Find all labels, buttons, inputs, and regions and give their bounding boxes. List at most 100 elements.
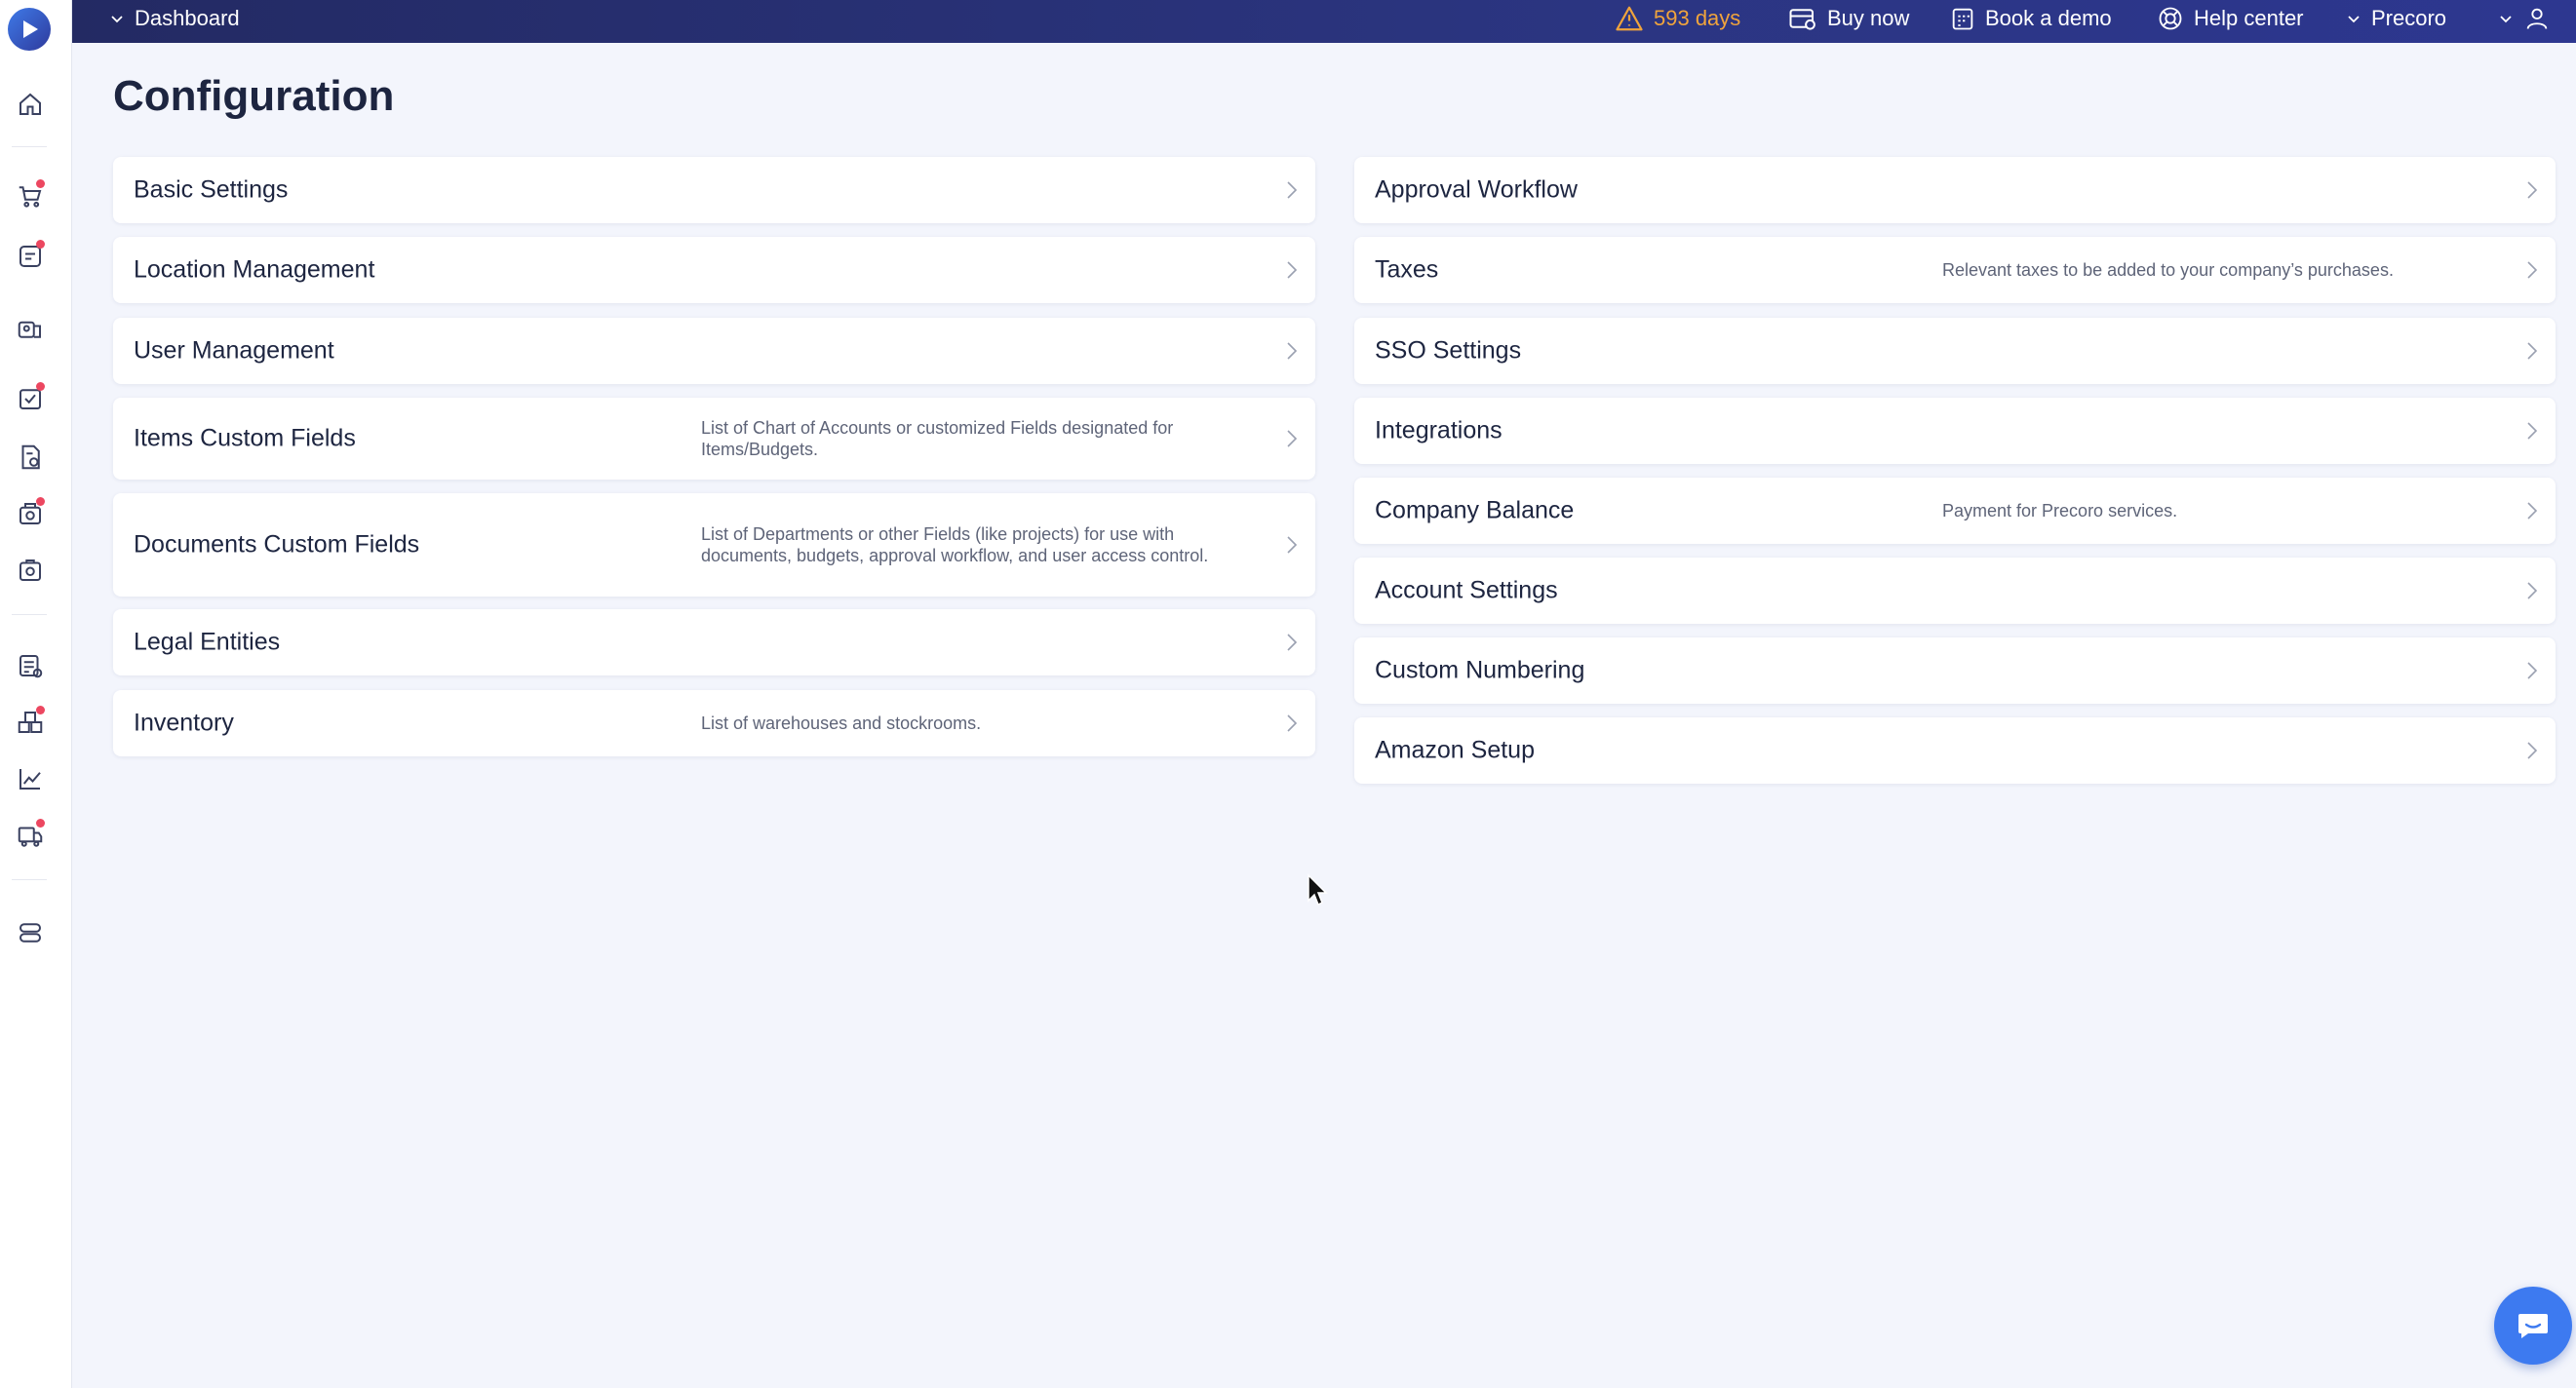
company-switcher[interactable]: Precoro (2346, 0, 2446, 37)
warning-icon (1616, 6, 1643, 31)
dashboard-label: Dashboard (135, 6, 240, 30)
catalog-icon[interactable] (14, 706, 47, 739)
help-center-label: Help center (2194, 6, 2304, 30)
card-description: Payment for Precoro services. (1942, 501, 2178, 520)
config-card-basic-settings[interactable]: Basic Settings (113, 157, 1315, 223)
card-description: Relevant taxes to be added to your compa… (1942, 260, 2394, 280)
delivery-icon[interactable] (14, 819, 47, 852)
chat-icon (2518, 1314, 2548, 1338)
sidebar-divider (12, 146, 47, 147)
chevron-right-icon (2527, 742, 2538, 759)
chevron-down-icon (2500, 16, 2512, 23)
card-title: User Management (134, 336, 334, 365)
card-title: Custom Numbering (1375, 656, 1585, 684)
card-icon (1789, 9, 1815, 30)
payments-icon[interactable] (14, 497, 47, 530)
config-card-custom-numbering[interactable]: Custom Numbering (1354, 637, 2556, 704)
chevron-right-icon (2527, 181, 2538, 199)
card-title: Inventory (134, 709, 234, 737)
chevron-right-icon (1287, 536, 1298, 554)
chevron-right-icon (1287, 430, 1298, 447)
receipts-icon[interactable] (14, 554, 47, 587)
chevron-right-icon (2527, 502, 2538, 520)
approvals-icon[interactable] (14, 382, 47, 415)
chevron-right-icon (2527, 261, 2538, 279)
chevron-right-icon (2527, 662, 2538, 679)
home-icon[interactable] (14, 88, 47, 121)
config-card-location-management[interactable]: Location Management (113, 237, 1315, 303)
buy-now-button[interactable]: Buy now (1788, 0, 1909, 37)
company-label: Precoro (2371, 6, 2447, 30)
user-menu[interactable] (2498, 0, 2560, 37)
chevron-right-icon (2527, 342, 2538, 360)
chevron-right-icon (1287, 714, 1298, 732)
budgets-icon[interactable] (14, 649, 47, 682)
precoro-logo-icon[interactable] (8, 8, 51, 51)
chevron-right-icon (1287, 181, 1298, 199)
card-title: Legal Entities (134, 628, 281, 656)
card-title: SSO Settings (1375, 336, 1522, 365)
card-title: Integrations (1375, 416, 1503, 444)
left-sidebar (0, 0, 72, 1388)
chat-widget-button[interactable] (2494, 1287, 2572, 1365)
buy-now-label: Buy now (1827, 6, 1910, 30)
chevron-right-icon (2527, 582, 2538, 599)
config-card-integrations[interactable]: Integrations (1354, 398, 2556, 464)
notification-dot (36, 819, 45, 828)
card-title: Items Custom Fields (134, 424, 356, 452)
card-description: List of Chart of Accounts or customized … (701, 418, 1174, 459)
notification-dot (36, 497, 45, 506)
config-card-user-management[interactable]: User Management (113, 318, 1315, 384)
chevron-right-icon (1287, 634, 1298, 651)
notification-dot (36, 706, 45, 714)
card-title: Amazon Setup (1375, 736, 1535, 764)
help-center-button[interactable]: Help center (2157, 0, 2304, 37)
chevron-down-icon (2348, 16, 2360, 23)
card-title: Taxes (1375, 255, 1439, 284)
sidebar-divider (12, 614, 47, 615)
requests-icon[interactable] (14, 240, 47, 273)
config-card-approval-workflow[interactable]: Approval Workflow (1354, 157, 2556, 223)
book-demo-button[interactable]: Book a demo (1950, 0, 2112, 37)
suppliers-icon[interactable] (14, 312, 47, 345)
dashboard-menu[interactable]: Dashboard (109, 0, 240, 37)
settings-icon[interactable] (14, 916, 47, 949)
invoices-icon[interactable] (14, 441, 47, 474)
config-card-taxes[interactable]: Taxes Relevant taxes to be added to your… (1354, 237, 2556, 303)
card-description: List of Departments or other Fields (lik… (701, 524, 1209, 565)
config-card-legal-entities[interactable]: Legal Entities (113, 609, 1315, 675)
card-title: Basic Settings (134, 175, 289, 204)
lifebuoy-icon (2159, 7, 2182, 30)
card-title: Documents Custom Fields (134, 530, 420, 559)
notification-dot (36, 382, 45, 391)
card-title: Account Settings (1375, 576, 1558, 604)
chevron-down-icon (111, 16, 123, 23)
card-title: Company Balance (1375, 496, 1575, 524)
config-card-items-custom-fields[interactable]: Items Custom Fields List of Chart of Acc… (113, 398, 1315, 480)
chevron-right-icon (1287, 261, 1298, 279)
notification-dot (36, 179, 45, 188)
calendar-icon (1952, 8, 1973, 30)
book-demo-label: Book a demo (1985, 6, 2112, 30)
chevron-right-icon (1287, 342, 1298, 360)
config-card-company-balance[interactable]: Company Balance Payment for Precoro serv… (1354, 478, 2556, 544)
cart-icon[interactable] (14, 179, 47, 212)
analytics-icon[interactable] (14, 762, 47, 795)
user-icon (2526, 8, 2548, 29)
card-title: Location Management (134, 255, 375, 284)
sidebar-divider (12, 879, 47, 880)
config-card-sso-settings[interactable]: SSO Settings (1354, 318, 2556, 384)
chevron-right-icon (2527, 422, 2538, 440)
trial-days-text: 593 days (1654, 6, 1741, 30)
config-card-account-settings[interactable]: Account Settings (1354, 558, 2556, 624)
card-description: List of warehouses and stockrooms. (701, 713, 982, 733)
mouse-cursor-icon (1308, 873, 1328, 906)
top-bar: Dashboard 593 days Buy now Book a demo H… (72, 0, 2576, 43)
notification-dot (36, 240, 45, 249)
page-title: Configuration (113, 72, 395, 120)
config-card-inventory[interactable]: Inventory List of warehouses and stockro… (113, 690, 1315, 756)
card-title: Approval Workflow (1375, 175, 1578, 204)
config-card-documents-custom-fields[interactable]: Documents Custom Fields List of Departme… (113, 493, 1315, 597)
config-card-amazon-setup[interactable]: Amazon Setup (1354, 717, 2556, 784)
trial-days-indicator[interactable]: 593 days (1615, 0, 1740, 37)
